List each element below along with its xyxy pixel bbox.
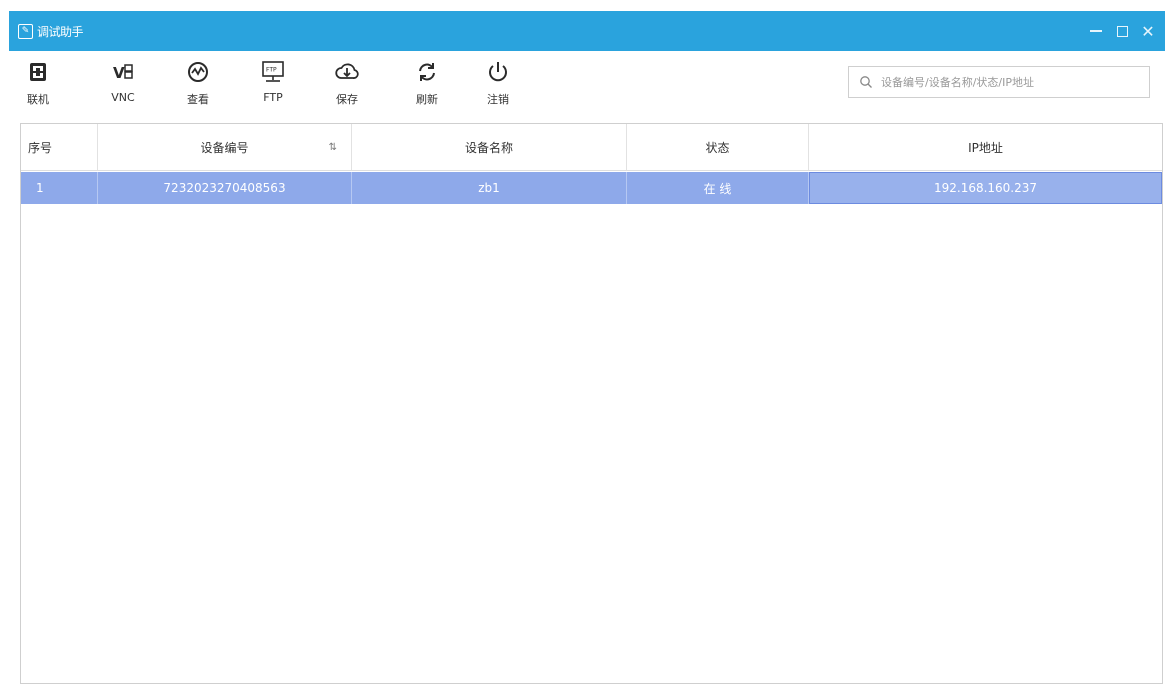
- column-header-ip[interactable]: IP地址: [809, 124, 1162, 170]
- connect-icon: [30, 63, 46, 81]
- connect-label: 联机: [27, 93, 49, 106]
- monitor-button[interactable]: 查看: [175, 59, 221, 115]
- column-header-device-id[interactable]: 设备编号 ⇅: [98, 124, 352, 170]
- search-box[interactable]: [848, 66, 1150, 98]
- search-icon: [860, 76, 872, 88]
- cell-device-id: 723202327040856​3: [98, 172, 352, 204]
- vnc-label: VNC: [111, 91, 135, 104]
- download-icon: [335, 63, 359, 79]
- device-table: 序号 设备编号 ⇅ 设备名称 状态 IP地址 1 723202327040856…: [20, 123, 1163, 684]
- svg-text:FTP: FTP: [266, 67, 277, 74]
- cell-ip-address: 192.168.160.237: [809, 172, 1162, 204]
- table-header: 序号 设备编号 ⇅ 设备名称 状态 IP地址: [21, 124, 1162, 171]
- ftp-button[interactable]: FTP FTP: [250, 59, 296, 115]
- app-icon: ✎: [18, 23, 33, 39]
- search-input[interactable]: [879, 74, 1143, 90]
- refresh-icon: [419, 63, 435, 81]
- column-header-device-name[interactable]: 设备名称: [352, 124, 627, 170]
- maximize-button[interactable]: [1109, 11, 1135, 51]
- vnc-button[interactable]: V VNC: [100, 59, 146, 115]
- window-controls: ✕: [1083, 11, 1161, 51]
- logout-label: 注销: [487, 93, 509, 106]
- minimize-button[interactable]: [1083, 11, 1109, 51]
- save-label: 保存: [336, 93, 358, 106]
- monitor-icon: [188, 62, 208, 82]
- minimize-icon: [1090, 30, 1102, 32]
- ftp-icon: FTP: [262, 61, 284, 82]
- column-header-device-id-label: 设备编号: [200, 140, 249, 155]
- save-button[interactable]: 保存: [324, 59, 370, 115]
- connect-button[interactable]: 联机: [15, 59, 61, 115]
- cell-status: 在 线: [627, 172, 809, 204]
- maximize-icon: [1116, 25, 1128, 37]
- vnc-icon: V: [113, 64, 133, 82]
- sort-icon[interactable]: ⇅: [329, 142, 337, 153]
- refresh-label: 刷新: [416, 93, 438, 106]
- column-header-status[interactable]: 状态: [627, 124, 809, 170]
- cell-device-name: zb1: [352, 172, 627, 204]
- title-bar: ✎ 调试助手 ✕: [9, 11, 1165, 51]
- refresh-button[interactable]: 刷新: [404, 59, 450, 115]
- close-button[interactable]: ✕: [1135, 11, 1161, 51]
- cell-index: 1: [21, 172, 98, 204]
- table-row[interactable]: 1 723202327040856​3 zb1 在 线 192.168.160.…: [21, 172, 1162, 204]
- logout-button[interactable]: 注销: [475, 59, 521, 115]
- svg-text:V: V: [113, 64, 125, 82]
- window-title: 调试助手: [37, 24, 84, 39]
- ftp-label: FTP: [263, 91, 283, 104]
- monitor-label: 查看: [187, 93, 209, 106]
- close-icon: ✕: [1141, 21, 1155, 41]
- column-header-index[interactable]: 序号: [21, 124, 98, 170]
- power-icon: [489, 62, 507, 82]
